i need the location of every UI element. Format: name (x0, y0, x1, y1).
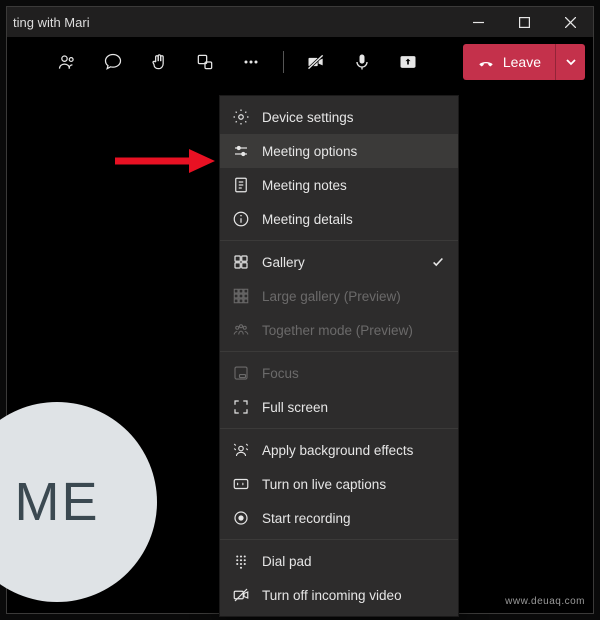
window-controls (455, 7, 593, 37)
menu-item-turn-off-incoming-video[interactable]: Turn off incoming video (220, 578, 458, 612)
menu-item-label: Gallery (262, 255, 418, 270)
rooms-icon (195, 52, 215, 72)
leave-caret-button[interactable] (555, 44, 585, 80)
annotation-arrow (115, 147, 215, 175)
menu-item-gallery[interactable]: Gallery (220, 245, 458, 279)
people-icon (57, 52, 77, 72)
participants-button[interactable] (47, 42, 87, 82)
background-icon (232, 441, 250, 459)
fullscreen-icon (232, 398, 250, 416)
avatar: ME (0, 402, 157, 602)
meeting-toolbar: Leave (7, 37, 593, 87)
chevron-down-icon (565, 56, 577, 68)
menu-item-label: Focus (262, 366, 418, 381)
menu-item-background-effects[interactable]: Apply background effects (220, 433, 458, 467)
rooms-button[interactable] (185, 42, 225, 82)
grid-3x3-icon (232, 287, 250, 305)
chat-icon (103, 52, 123, 72)
menu-separator (220, 539, 458, 540)
menu-separator (220, 351, 458, 352)
more-actions-menu: Device settings Meeting options Meeting … (219, 95, 459, 617)
menu-item-full-screen[interactable]: Full screen (220, 390, 458, 424)
maximize-icon (519, 17, 530, 28)
record-icon (232, 509, 250, 527)
chat-button[interactable] (93, 42, 133, 82)
minimize-button[interactable] (455, 7, 501, 37)
menu-item-label: Dial pad (262, 554, 418, 569)
menu-item-label: Start recording (262, 511, 418, 526)
maximize-button[interactable] (501, 7, 547, 37)
menu-item-label: Large gallery (Preview) (262, 289, 418, 304)
toolbar-separator (283, 51, 284, 73)
leave-button[interactable]: Leave (463, 44, 555, 80)
leave-button-group: Leave (463, 44, 585, 80)
menu-separator (220, 428, 458, 429)
reactions-button[interactable] (139, 42, 179, 82)
camera-button[interactable] (296, 42, 336, 82)
leave-label: Leave (503, 54, 541, 70)
menu-item-label: Meeting notes (262, 178, 418, 193)
watermark: www.deuaq.com (505, 596, 585, 607)
menu-item-label: Device settings (262, 110, 418, 125)
camera-off-icon (306, 52, 326, 72)
sliders-icon (232, 142, 250, 160)
check-icon (430, 255, 446, 269)
close-button[interactable] (547, 7, 593, 37)
menu-item-label: Meeting details (262, 212, 418, 227)
close-icon (565, 17, 576, 28)
titlebar: ting with Mari (7, 7, 593, 37)
menu-item-meeting-notes[interactable]: Meeting notes (220, 168, 458, 202)
menu-item-label: Full screen (262, 400, 418, 415)
menu-item-label: Apply background effects (262, 443, 418, 458)
share-button[interactable] (388, 42, 428, 82)
avatar-initials: ME (15, 471, 100, 533)
menu-separator (220, 240, 458, 241)
info-icon (232, 210, 250, 228)
menu-item-meeting-options[interactable]: Meeting options (220, 134, 458, 168)
captions-icon (232, 475, 250, 493)
menu-item-large-gallery: Large gallery (Preview) (220, 279, 458, 313)
app-window: ting with Mari (6, 6, 594, 614)
dialpad-icon (232, 552, 250, 570)
menu-item-focus: Focus (220, 356, 458, 390)
hand-icon (149, 52, 169, 72)
menu-item-label: Together mode (Preview) (262, 323, 418, 338)
menu-item-label: Meeting options (262, 144, 418, 159)
menu-item-dial-pad[interactable]: Dial pad (220, 544, 458, 578)
hangup-icon (477, 53, 495, 71)
menu-item-label: Turn off incoming video (262, 588, 418, 603)
mic-icon (352, 52, 372, 72)
menu-item-meeting-details[interactable]: Meeting details (220, 202, 458, 236)
menu-item-together-mode: Together mode (Preview) (220, 313, 458, 347)
more-icon (241, 52, 261, 72)
video-off-icon (232, 586, 250, 604)
more-actions-button[interactable] (231, 42, 271, 82)
menu-item-start-recording[interactable]: Start recording (220, 501, 458, 535)
mic-button[interactable] (342, 42, 382, 82)
notes-icon (232, 176, 250, 194)
menu-item-live-captions[interactable]: Turn on live captions (220, 467, 458, 501)
grid-2x2-icon (232, 253, 250, 271)
together-icon (232, 321, 250, 339)
window-title: ting with Mari (13, 15, 455, 30)
share-icon (398, 52, 418, 72)
menu-item-device-settings[interactable]: Device settings (220, 100, 458, 134)
minimize-icon (473, 17, 484, 28)
menu-item-label: Turn on live captions (262, 477, 418, 492)
gear-icon (232, 108, 250, 126)
focus-icon (232, 364, 250, 382)
